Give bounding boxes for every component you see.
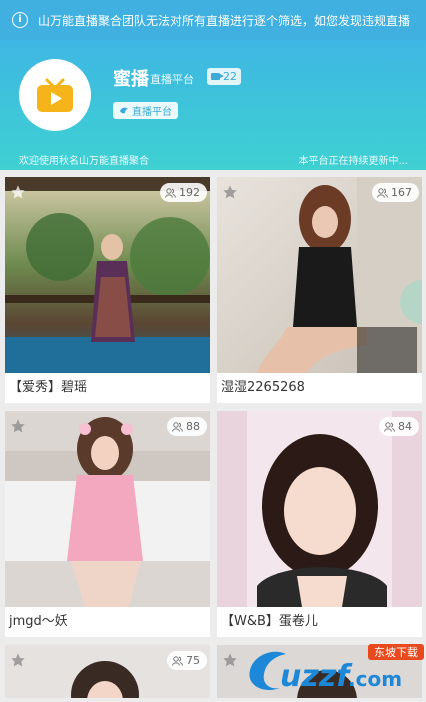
stream-card[interactable]: 75 — [5, 645, 210, 698]
svg-text:东坡下载: 东坡下载 — [374, 646, 418, 659]
stream-card[interactable]: 167 湿湿2265268 — [217, 177, 422, 403]
stream-thumbnail — [217, 177, 422, 373]
stream-card[interactable]: 192 【爱秀】碧瑶 — [5, 177, 210, 403]
svg-text:.com: .com — [348, 667, 402, 691]
streamer-name: 【爱秀】碧瑶 — [9, 380, 88, 395]
welcome-text: 欢迎使用秋名山万能直播聚合 — [19, 156, 149, 167]
viewer-count-badge: 75 — [167, 651, 207, 670]
uzzf-logo: uzzf .com 东坡下载 — [249, 644, 424, 694]
viewer-count: 75 — [186, 654, 200, 667]
viewer-count-badge: 88 — [167, 417, 207, 436]
tv-icon — [37, 78, 73, 112]
update-status: 本平台正在持续更新中... — [298, 156, 408, 167]
viewers-icon — [172, 655, 183, 666]
streamer-name: jmgd～妖 — [9, 614, 68, 629]
stream-thumbnail — [5, 177, 210, 373]
viewer-count: 88 — [186, 420, 200, 433]
viewer-count-badge: 84 — [379, 417, 419, 436]
stream-thumbnail — [217, 411, 422, 607]
camera-icon — [211, 73, 224, 80]
platform-subtitle: 直播平台 — [150, 73, 194, 86]
notice-text: 山万能直播聚合团队无法对所有直播进行逐个筛选，如您发现违规直播 — [38, 13, 411, 28]
platform-header: 蜜播 直播平台 22 直播平台 欢迎使用秋名山万能直播聚合 本平台正在持续更新中… — [0, 40, 426, 170]
favorite-star-icon[interactable] — [10, 418, 26, 434]
viewers-icon — [384, 421, 395, 432]
streamer-name: 湿湿2265268 — [221, 380, 305, 395]
favorite-star-icon[interactable] — [10, 652, 26, 668]
svg-text:uzzf: uzzf — [280, 659, 353, 694]
viewers-icon — [172, 421, 183, 432]
info-icon: i — [12, 12, 28, 28]
viewer-count: 84 — [398, 420, 412, 433]
viewers-icon — [165, 187, 176, 198]
notice-bar[interactable]: i 山万能直播聚合团队无法对所有直播进行逐个筛选，如您发现违规直播 — [0, 0, 426, 40]
bird-icon — [120, 107, 128, 114]
stream-thumbnail — [5, 411, 210, 607]
viewer-count: 192 — [179, 186, 200, 199]
viewer-count-badge: 192 — [160, 183, 207, 202]
site-watermark: uzzf .com 东坡下载 — [240, 640, 426, 698]
platform-tag: 直播平台 — [113, 102, 178, 119]
platform-title: 蜜播 — [113, 69, 149, 90]
stream-card[interactable]: 84 【W&B】蛋卷儿 — [217, 411, 422, 637]
favorite-star-icon[interactable] — [222, 652, 238, 668]
favorite-star-icon[interactable] — [10, 184, 26, 200]
favorite-star-icon[interactable] — [222, 184, 238, 200]
viewers-icon — [377, 187, 388, 198]
stream-card[interactable]: 88 jmgd～妖 — [5, 411, 210, 637]
live-count-badge: 22 — [207, 68, 241, 85]
platform-logo — [19, 59, 91, 131]
streamer-name: 【W&B】蛋卷儿 — [221, 614, 318, 629]
platform-tag-label: 直播平台 — [132, 107, 172, 118]
live-count: 22 — [223, 70, 237, 83]
viewer-count-badge: 167 — [372, 183, 419, 202]
viewer-count: 167 — [391, 186, 412, 199]
